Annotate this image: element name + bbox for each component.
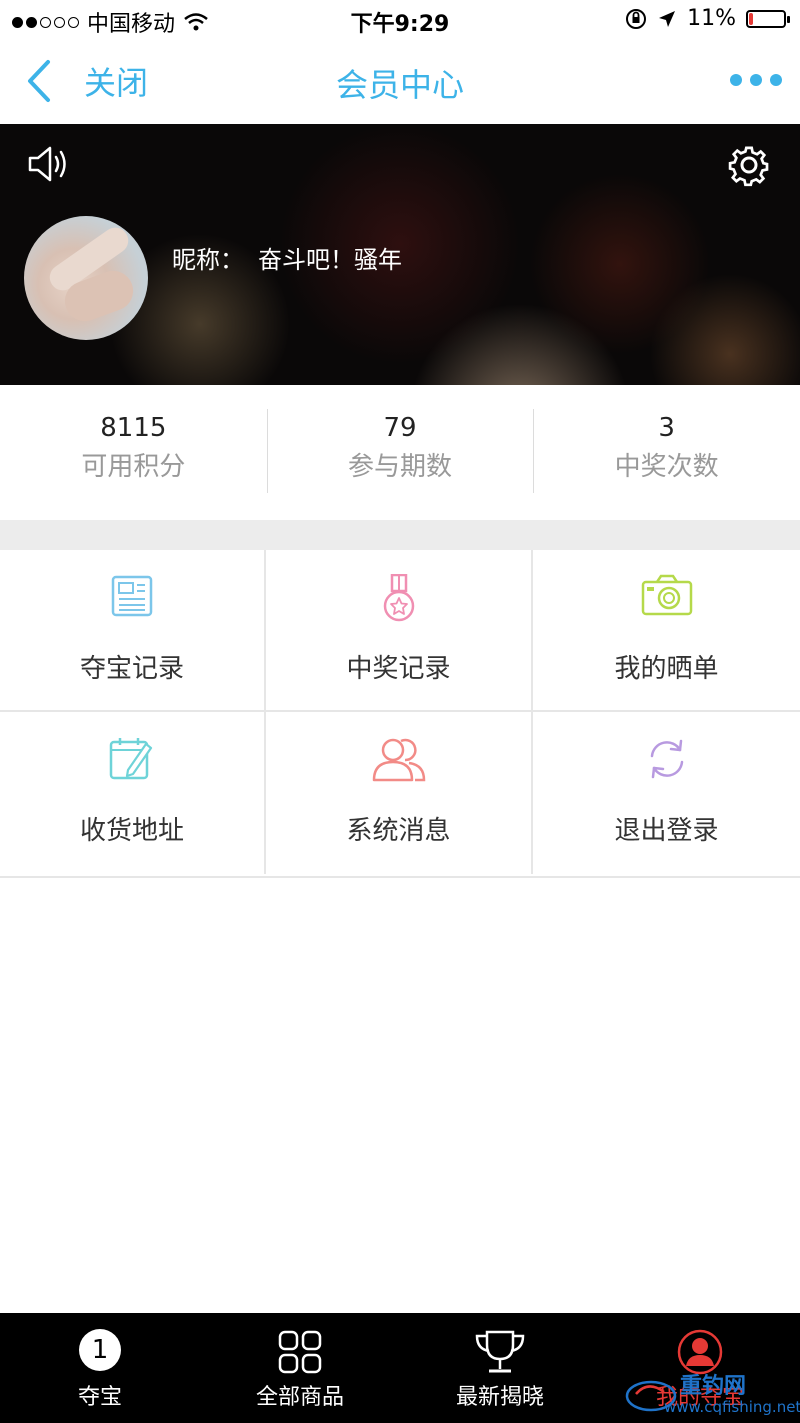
tab-latest-results[interactable]: 最新揭晓 (400, 1313, 600, 1423)
stat-points[interactable]: 8115 可用积分 (0, 385, 267, 520)
menu-item-label: 中奖记录 (346, 654, 451, 684)
menu-item-logout[interactable]: 退出登录 (533, 712, 800, 874)
menu-item-label: 我的晒单 (614, 654, 719, 684)
more-button[interactable] (730, 74, 782, 86)
status-bar: 中国移动 下午9:29 11% (0, 0, 800, 40)
tab-duobao[interactable]: 1 夺宝 (0, 1313, 200, 1423)
more-dot (750, 74, 762, 86)
stat-label: 中奖次数 (614, 452, 719, 482)
battery-percent: 11% (687, 6, 736, 31)
nickname-value: 奋斗吧！骚年 (258, 246, 402, 274)
refresh-icon (650, 739, 683, 779)
menu-item-messages[interactable]: 系统消息 (266, 712, 533, 874)
status-right: 11% (625, 6, 790, 31)
menu-item-my-posts[interactable]: 我的晒单 (533, 550, 800, 712)
nav-bar: 关闭 会员中心 (0, 40, 800, 124)
stat-label: 可用积分 (81, 452, 186, 482)
battery-icon (746, 9, 790, 28)
menu-item-label: 收货地址 (79, 816, 184, 846)
user-icon (677, 1329, 723, 1375)
nickname-label: 昵称： (172, 246, 244, 274)
sound-button[interactable] (26, 144, 72, 188)
nickname-row: 昵称： 奋斗吧！骚年 (172, 240, 402, 275)
gear-icon (728, 146, 769, 187)
medal-icon (383, 574, 414, 622)
profile-banner: 昵称： 奋斗吧！骚年 (0, 124, 800, 385)
newspaper-icon (111, 575, 153, 617)
number-one-icon: 1 (79, 1329, 121, 1371)
grid-icon (278, 1330, 322, 1374)
stats-row: 8115 可用积分 79 参与期数 3 中奖次数 (0, 385, 800, 520)
location-arrow-icon (659, 10, 676, 27)
stat-label: 参与期数 (348, 452, 453, 482)
avatar[interactable] (24, 216, 148, 340)
menu-item-label: 退出登录 (614, 816, 719, 846)
menu-item-label: 夺宝记录 (79, 654, 184, 684)
menu-item-win-records[interactable]: 中奖记录 (266, 550, 533, 712)
calendar-edit-icon (109, 738, 153, 780)
menu-item-label: 系统消息 (346, 816, 451, 846)
stat-wins[interactable]: 3 中奖次数 (533, 385, 800, 520)
trophy-icon (475, 1330, 525, 1373)
stat-value: 8115 (100, 413, 167, 443)
stat-value: 3 (658, 413, 675, 443)
more-dot (770, 74, 782, 86)
speaker-icon (28, 146, 66, 182)
tab-label: 我的夺宝 (655, 1385, 744, 1410)
camera-icon (641, 574, 692, 616)
page-title: 会员中心 (335, 66, 464, 104)
tab-my-duobao[interactable]: 我的夺宝 (600, 1313, 800, 1423)
tab-label: 全部商品 (255, 1385, 344, 1410)
stat-participations[interactable]: 79 参与期数 (266, 385, 534, 520)
settings-button[interactable] (726, 142, 772, 192)
battery-fill (749, 12, 753, 25)
menu-item-records[interactable]: 夺宝记录 (0, 550, 266, 712)
tab-label: 夺宝 (77, 1385, 122, 1410)
stat-value: 79 (383, 413, 417, 443)
tab-label: 最新揭晓 (455, 1385, 544, 1410)
menu-item-address[interactable]: 收货地址 (0, 712, 266, 874)
menu-grid: 夺宝记录 中奖记录 我的晒单 收货地址 系统消息 退出登录 (0, 550, 800, 878)
more-dot (730, 74, 742, 86)
tab-bar: 1 夺宝 全部商品 最新揭晓 我的夺宝 (0, 1313, 800, 1423)
users-icon (372, 738, 425, 782)
tab-all-products[interactable]: 全部商品 (200, 1313, 400, 1423)
orientation-lock-icon (626, 8, 647, 29)
section-divider (0, 520, 800, 550)
